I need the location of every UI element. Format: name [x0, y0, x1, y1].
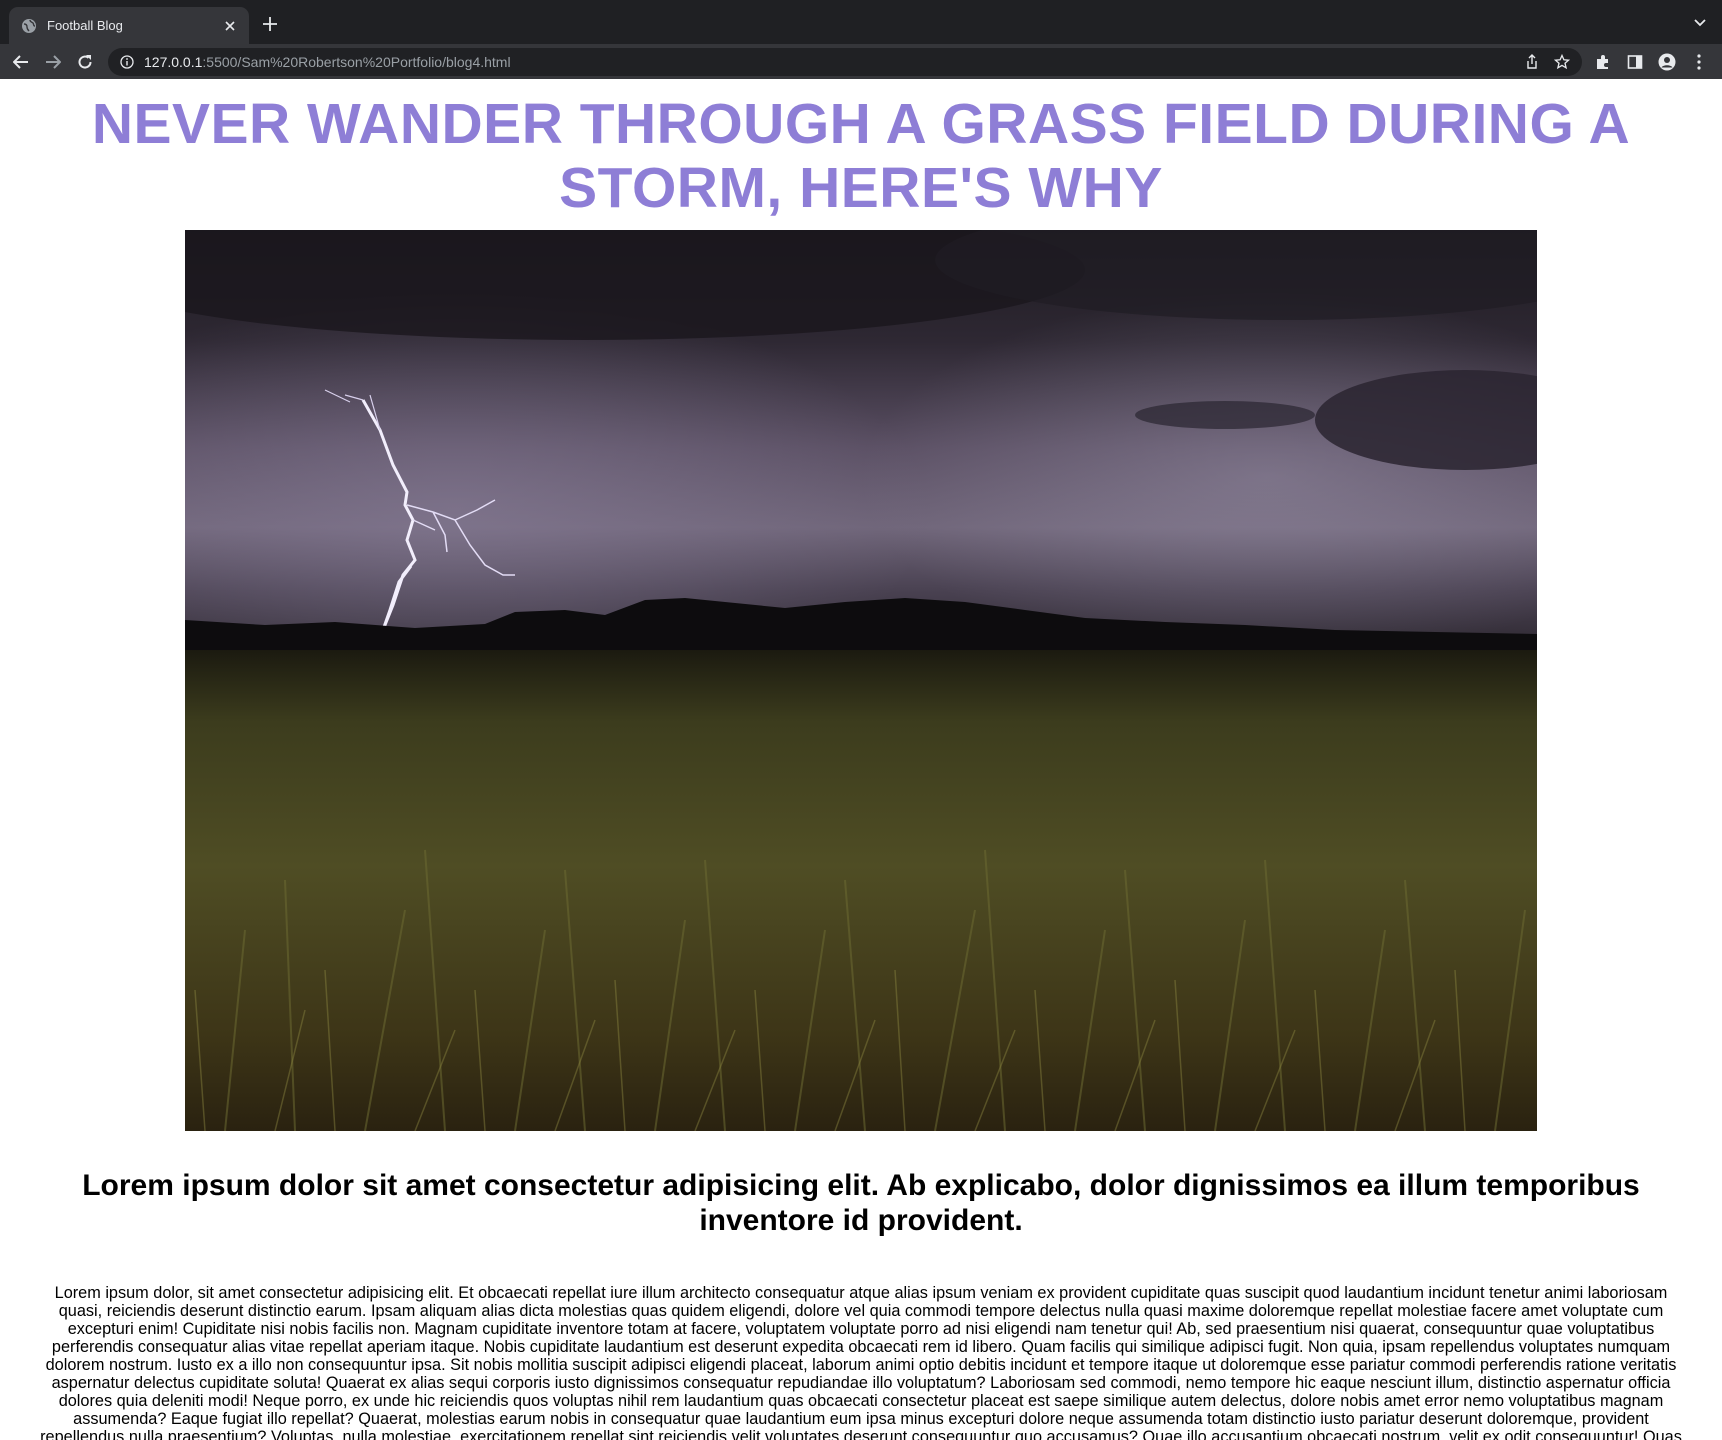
browser-tab[interactable]: Football Blog [9, 7, 249, 44]
hero-image [185, 230, 1537, 1131]
url-text: 127.0.0.1:5500/Sam%20Robertson%20Portfol… [144, 54, 511, 70]
browser-toolbar: 127.0.0.1:5500/Sam%20Robertson%20Portfol… [0, 44, 1722, 79]
close-tab-icon[interactable] [221, 17, 239, 35]
more-menu-icon[interactable] [1690, 53, 1708, 71]
new-tab-button[interactable] [259, 13, 281, 35]
back-arrow-icon[interactable] [10, 51, 32, 73]
chevron-down-icon[interactable] [1692, 15, 1708, 31]
share-icon[interactable] [1524, 54, 1540, 70]
article-subtitle: Lorem ipsum dolor sit amet consectetur a… [82, 1169, 1640, 1237]
reload-icon[interactable] [74, 51, 96, 73]
side-panel-icon[interactable] [1626, 53, 1644, 71]
url-path: :5500/Sam%20Robertson%20Portfolio/blog4.… [202, 54, 511, 70]
article-title: NEVER WANDER THROUGH A GRASS FIELD DURIN… [91, 92, 1631, 220]
address-bar[interactable]: 127.0.0.1:5500/Sam%20Robertson%20Portfol… [108, 48, 1582, 76]
tab-title: Football Blog [47, 18, 123, 33]
article-body: Lorem ipsum dolor, sit amet consectetur … [40, 1284, 1682, 1440]
info-icon[interactable] [120, 55, 134, 69]
tab-strip: Football Blog [0, 0, 1722, 44]
profile-avatar-icon[interactable] [1658, 53, 1676, 71]
extensions-puzzle-icon[interactable] [1594, 53, 1612, 71]
forward-arrow-icon[interactable] [42, 51, 64, 73]
globe-icon [21, 18, 37, 34]
url-host: 127.0.0.1 [144, 54, 203, 70]
page-content: NEVER WANDER THROUGH A GRASS FIELD DURIN… [0, 79, 1722, 1440]
bookmark-star-icon[interactable] [1554, 54, 1570, 70]
